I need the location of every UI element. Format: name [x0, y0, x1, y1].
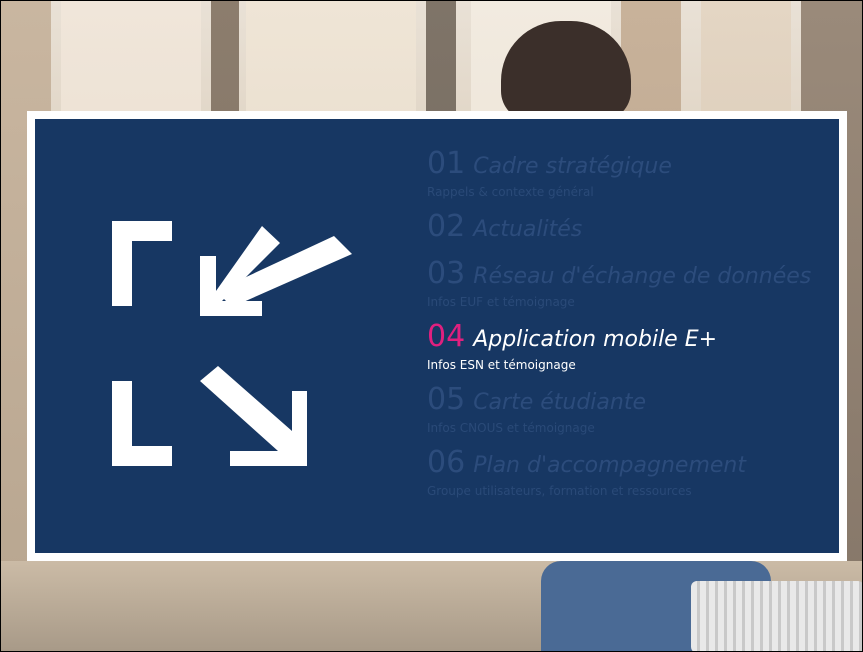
arrows-in-corners-icon [112, 221, 352, 466]
slide-frame: 01 Cadre stratégique Rappels & contexte … [0, 0, 863, 652]
agenda-subtitle: Infos CNOUS et témoignage [427, 421, 595, 435]
corner-top-left-icon [112, 221, 172, 306]
agenda-number: 01 [427, 146, 466, 181]
agenda-list: 01 Cadre stratégique Rappels & contexte … [427, 147, 837, 499]
arrow-down-right-icon [200, 366, 307, 466]
agenda-subtitle: Groupe utilisateurs, formation et ressou… [427, 484, 692, 498]
agenda-title: Carte étudiante [473, 390, 646, 415]
agenda-number: 04 [427, 319, 466, 354]
agenda-panel: 01 Cadre stratégique Rappels & contexte … [27, 111, 847, 561]
agenda-title: Application mobile E+ [473, 327, 718, 352]
agenda-number: 02 [427, 209, 466, 244]
agenda-title: Réseau d'échange de données [473, 264, 812, 289]
agenda-subtitle: Infos EUF et témoignage [427, 295, 575, 309]
agenda-number: 05 [427, 382, 466, 417]
agenda-title: Plan d'accompagnement [473, 453, 746, 478]
corner-bottom-left-icon [112, 381, 172, 466]
agenda-number: 03 [427, 256, 466, 291]
agenda-item-03: 03 Réseau d'échange de données Infos EUF… [427, 257, 837, 310]
agenda-title: Cadre stratégique [473, 154, 672, 179]
agenda-item-06: 06 Plan d'accompagnement Groupe utilisat… [427, 446, 837, 499]
agenda-item-04-active: 04 Application mobile E+ Infos ESN et té… [427, 320, 837, 373]
agenda-panel-inner: 01 Cadre stratégique Rappels & contexte … [35, 119, 839, 553]
agenda-subtitle: Rappels & contexte général [427, 185, 594, 199]
agenda-item-05: 05 Carte étudiante Infos CNOUS et témoig… [427, 383, 837, 436]
agenda-item-02: 02 Actualités [427, 210, 837, 247]
agenda-item-01: 01 Cadre stratégique Rappels & contexte … [427, 147, 837, 200]
agenda-subtitle: Infos ESN et témoignage [427, 358, 576, 372]
agenda-number: 06 [427, 445, 466, 480]
agenda-title: Actualités [473, 217, 583, 242]
